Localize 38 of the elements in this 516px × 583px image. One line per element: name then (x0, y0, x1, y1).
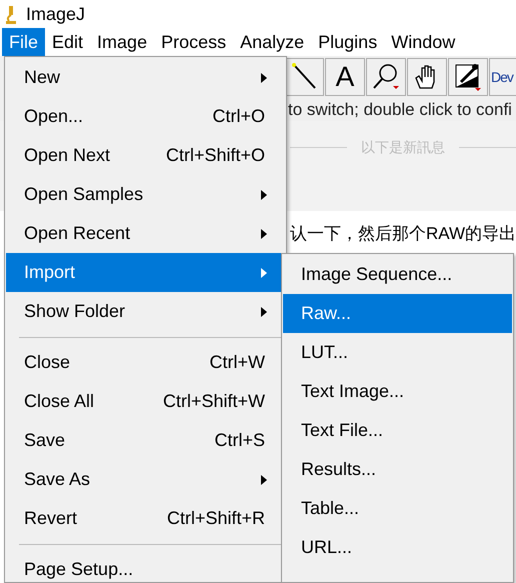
menu-item[interactable]: Open Samples (6, 175, 285, 214)
menu-item[interactable]: Show Folder (6, 292, 285, 331)
tool-button[interactable] (366, 58, 406, 96)
menu-item[interactable]: Text File... (283, 411, 512, 450)
menu-item[interactable]: Save Ctrl+S (6, 421, 285, 460)
menu-item[interactable]: Raw... (283, 294, 512, 333)
menu-item[interactable]: Process (154, 28, 234, 56)
menu-item[interactable]: Save As (6, 460, 285, 499)
tool-button[interactable]: Dev (489, 58, 516, 96)
message-text: 认一下，然后那个RAW的导出 (290, 224, 516, 243)
menu-item[interactable]: Window (384, 28, 462, 56)
tool-button[interactable] (407, 58, 447, 96)
menu-item[interactable]: File (2, 28, 46, 56)
status-text: to switch; double click to confi (288, 100, 512, 119)
menu-item[interactable]: Close All Ctrl+Shift+W (6, 382, 285, 421)
menu-item[interactable]: Page Setup... (6, 550, 285, 582)
search-icon (371, 62, 401, 92)
menu-item[interactable]: Analyze (233, 28, 312, 56)
menu-item[interactable]: Open Next Ctrl+Shift+O (6, 136, 285, 175)
menu-item[interactable]: Image (90, 28, 154, 56)
text-tool[interactable]: A (325, 58, 365, 96)
tool-button[interactable] (448, 58, 488, 96)
menu-item[interactable]: Open Recent (6, 214, 285, 253)
menu-item[interactable]: Image Sequence... (283, 255, 512, 294)
menu-item[interactable]: Results... (283, 450, 512, 489)
menu-item[interactable]: Plugins (311, 28, 384, 56)
dropper-icon (453, 62, 483, 92)
menu-item[interactable]: Open... Ctrl+O (6, 97, 285, 136)
menu-item[interactable]: Edit (45, 28, 90, 56)
tool-button[interactable] (284, 58, 324, 96)
menu-item[interactable]: Text Image... (283, 372, 512, 411)
menu-item[interactable]: Table... (283, 489, 512, 528)
window-title: ImageJ (26, 2, 86, 26)
menu-item[interactable]: URL... (283, 528, 512, 567)
menu-item[interactable]: LUT... (283, 333, 512, 372)
menu-item[interactable]: Close Ctrl+W (6, 343, 285, 382)
menu-item[interactable]: Revert Ctrl+Shift+R (6, 499, 285, 538)
menu-item[interactable]: New (6, 58, 285, 97)
